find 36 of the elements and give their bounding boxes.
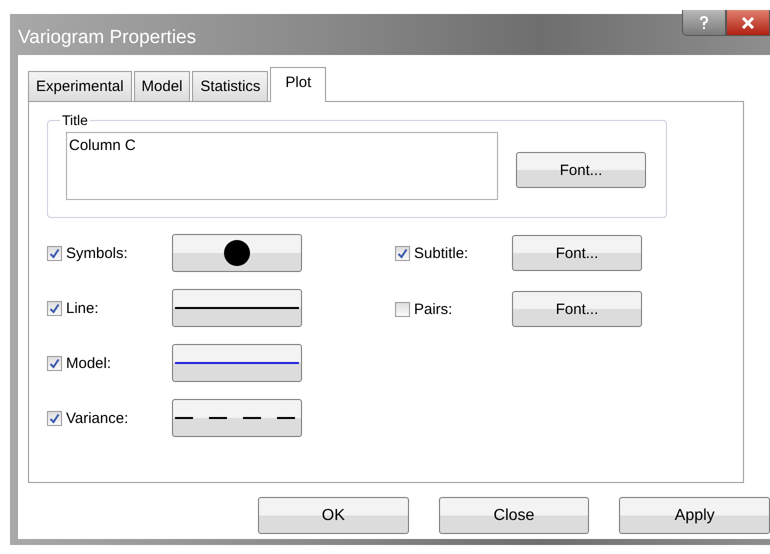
tab[interactable]: Experimental xyxy=(28,71,132,101)
font-button[interactable]: Font... xyxy=(516,152,646,188)
tab[interactable]: Plot xyxy=(270,67,326,102)
style-button[interactable] xyxy=(172,289,302,327)
option-label: Pairs: xyxy=(414,300,454,318)
checkbox[interactable] xyxy=(47,246,62,260)
checkbox[interactable] xyxy=(47,356,62,370)
tab[interactable]: Model xyxy=(134,71,190,101)
font-button[interactable]: Font... xyxy=(512,291,642,327)
dialog-button[interactable]: OK xyxy=(258,497,409,534)
style-button[interactable] xyxy=(172,344,302,382)
option-label: Variance: xyxy=(66,410,130,426)
style-button[interactable] xyxy=(172,399,302,437)
close-button[interactable] xyxy=(726,10,770,36)
dialog-button[interactable]: Apply xyxy=(619,497,770,534)
checkbox[interactable] xyxy=(47,410,62,426)
close-icon xyxy=(741,16,755,28)
checkbox[interactable] xyxy=(395,246,410,260)
title-field[interactable]: Column C xyxy=(66,132,498,200)
dialog-button[interactable]: Close xyxy=(438,497,590,534)
checkbox[interactable] xyxy=(47,300,62,316)
line-icon xyxy=(175,362,299,364)
checkbox[interactable] xyxy=(395,302,410,316)
style-button[interactable] xyxy=(172,234,302,272)
group-label: Title xyxy=(61,112,89,128)
option-label: Line: xyxy=(66,300,100,316)
option-label: Subtitle: xyxy=(414,244,470,262)
option-label: Model: xyxy=(66,354,112,372)
help-button[interactable] xyxy=(682,10,726,36)
tab[interactable]: Statistics xyxy=(192,71,268,101)
solid-line-icon xyxy=(175,307,299,309)
dot-icon xyxy=(223,239,251,267)
font-button[interactable]: Font... xyxy=(512,235,642,271)
help-icon xyxy=(699,16,709,30)
window-title: Variogram Properties xyxy=(18,26,196,48)
option-label: Symbols: xyxy=(66,244,129,262)
